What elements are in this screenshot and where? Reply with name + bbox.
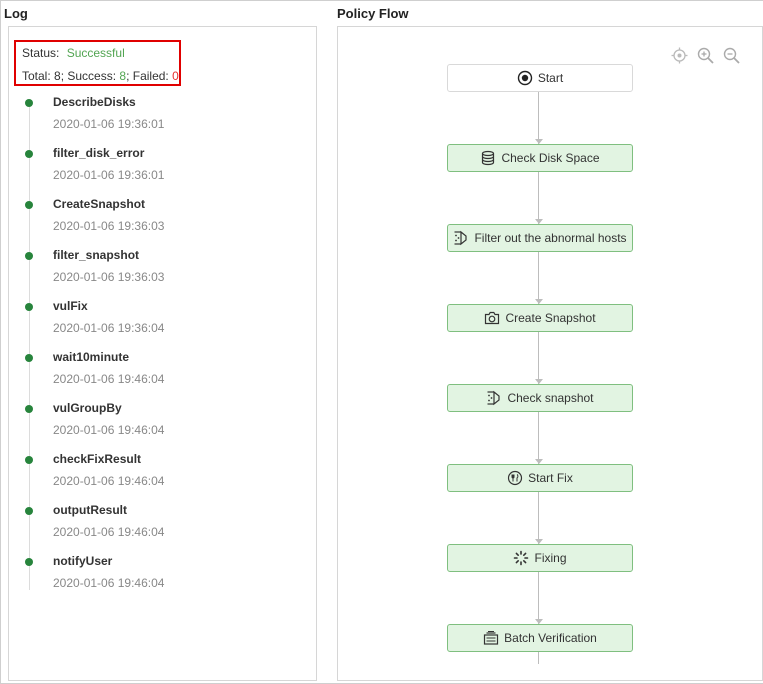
log-item-time: 2020-01-06 19:36:04 xyxy=(53,321,165,335)
status-dot-icon xyxy=(25,405,33,413)
flow-node-fixing[interactable]: Fixing xyxy=(447,544,633,572)
log-item-time: 2020-01-06 19:46:04 xyxy=(53,576,165,590)
log-item-name: vulGroupBy xyxy=(53,401,122,415)
log-item-time: 2020-01-06 19:46:04 xyxy=(53,474,165,488)
filter-icon xyxy=(486,390,502,406)
log-item-name: vulFix xyxy=(53,299,88,313)
database-icon xyxy=(480,150,496,166)
log-item-name: DescribeDisks xyxy=(53,95,136,109)
flow-node-label: Start Fix xyxy=(528,471,573,485)
failed-count: 0 xyxy=(172,69,179,83)
status-dot-icon xyxy=(25,150,33,158)
log-title: Log xyxy=(4,6,28,21)
flow-node-create-snapshot[interactable]: Create Snapshot xyxy=(447,304,633,332)
log-item-name: filter_disk_error xyxy=(53,146,145,160)
status-row: Status: Successful xyxy=(22,46,125,60)
status-dot-icon xyxy=(25,99,33,107)
log-item: vulGroupBy 2020-01-06 19:46:04 xyxy=(0,401,300,452)
status-dot-icon xyxy=(25,354,33,362)
flow-node-filter-abnormal-hosts[interactable]: Filter out the abnormal hosts xyxy=(447,224,633,252)
log-item: checkFixResult 2020-01-06 19:46:04 xyxy=(0,452,300,503)
flow-node-label: Check snapshot xyxy=(507,391,594,405)
policy-flow-panel xyxy=(337,26,763,681)
log-item: wait10minute 2020-01-06 19:46:04 xyxy=(0,350,300,401)
zoom-out-icon[interactable] xyxy=(723,47,740,64)
status-value: Successful xyxy=(66,46,125,60)
status-dot-icon xyxy=(25,507,33,515)
log-item-time: 2020-01-06 19:46:04 xyxy=(53,525,165,539)
log-item: filter_snapshot 2020-01-06 19:36:03 xyxy=(0,248,300,299)
flow-node-label: Fixing xyxy=(534,551,567,565)
flow-node-label: Start xyxy=(537,71,564,85)
log-item: outputResult 2020-01-06 19:46:04 xyxy=(0,503,300,554)
flow-connector-line xyxy=(538,91,539,664)
failed-label: ; Failed: xyxy=(126,69,173,83)
status-dot-icon xyxy=(25,303,33,311)
log-item-name: CreateSnapshot xyxy=(53,197,146,211)
log-item-name: filter_snapshot xyxy=(53,248,140,262)
status-dot-icon xyxy=(25,558,33,566)
log-item-name: outputResult xyxy=(53,503,127,517)
flow-node-start[interactable]: Start xyxy=(447,64,633,92)
log-item-time: 2020-01-06 19:36:03 xyxy=(53,219,165,233)
log-item-time: 2020-01-06 19:36:03 xyxy=(53,270,165,284)
log-item-name: wait10minute xyxy=(53,350,130,364)
flow-node-batch-verification[interactable]: Batch Verification xyxy=(447,624,633,652)
start-icon xyxy=(517,70,533,86)
flow-node-label: Batch Verification xyxy=(504,631,597,645)
reset-view-icon[interactable] xyxy=(671,47,688,64)
log-item-time: 2020-01-06 19:36:01 xyxy=(53,117,165,131)
batch-icon xyxy=(483,630,499,646)
flow-node-check-disk-space[interactable]: Check Disk Space xyxy=(447,144,633,172)
log-item: DescribeDisks 2020-01-06 19:36:01 xyxy=(0,95,300,146)
policy-flow-title: Policy Flow xyxy=(337,6,409,21)
status-dot-icon xyxy=(25,201,33,209)
total-label: Total: 8; Success: xyxy=(22,69,120,83)
log-item-time: 2020-01-06 19:36:01 xyxy=(53,168,165,182)
log-item: vulFix 2020-01-06 19:36:04 xyxy=(0,299,300,350)
log-item-time: 2020-01-06 19:46:04 xyxy=(53,372,165,386)
spinner-icon xyxy=(513,550,529,566)
status-dot-icon xyxy=(25,456,33,464)
flow-node-label: Filter out the abnormal hosts xyxy=(474,231,627,245)
log-item: notifyUser 2020-01-06 19:46:04 xyxy=(0,554,300,605)
status-label: Status: xyxy=(22,46,60,60)
log-item: CreateSnapshot 2020-01-06 19:36:03 xyxy=(0,197,300,248)
log-item-name: checkFixResult xyxy=(53,452,142,466)
log-item-time: 2020-01-06 19:46:04 xyxy=(53,423,165,437)
camera-icon xyxy=(484,310,500,326)
flow-node-check-snapshot[interactable]: Check snapshot xyxy=(447,384,633,412)
zoom-in-icon[interactable] xyxy=(697,47,714,64)
fix-icon xyxy=(507,470,523,486)
count-row: Total: 8; Success: 8; Failed: 0 xyxy=(22,69,179,83)
log-item-name: notifyUser xyxy=(53,554,113,568)
flow-node-label: Create Snapshot xyxy=(505,311,596,325)
execution-summary: Status: Successful Total: 8; Success: 8;… xyxy=(14,40,181,86)
flow-node-start-fix[interactable]: Start Fix xyxy=(447,464,633,492)
status-dot-icon xyxy=(25,252,33,260)
flow-node-label: Check Disk Space xyxy=(501,151,600,165)
log-item: filter_disk_error 2020-01-06 19:36:01 xyxy=(0,146,300,197)
filter-icon xyxy=(453,230,469,246)
